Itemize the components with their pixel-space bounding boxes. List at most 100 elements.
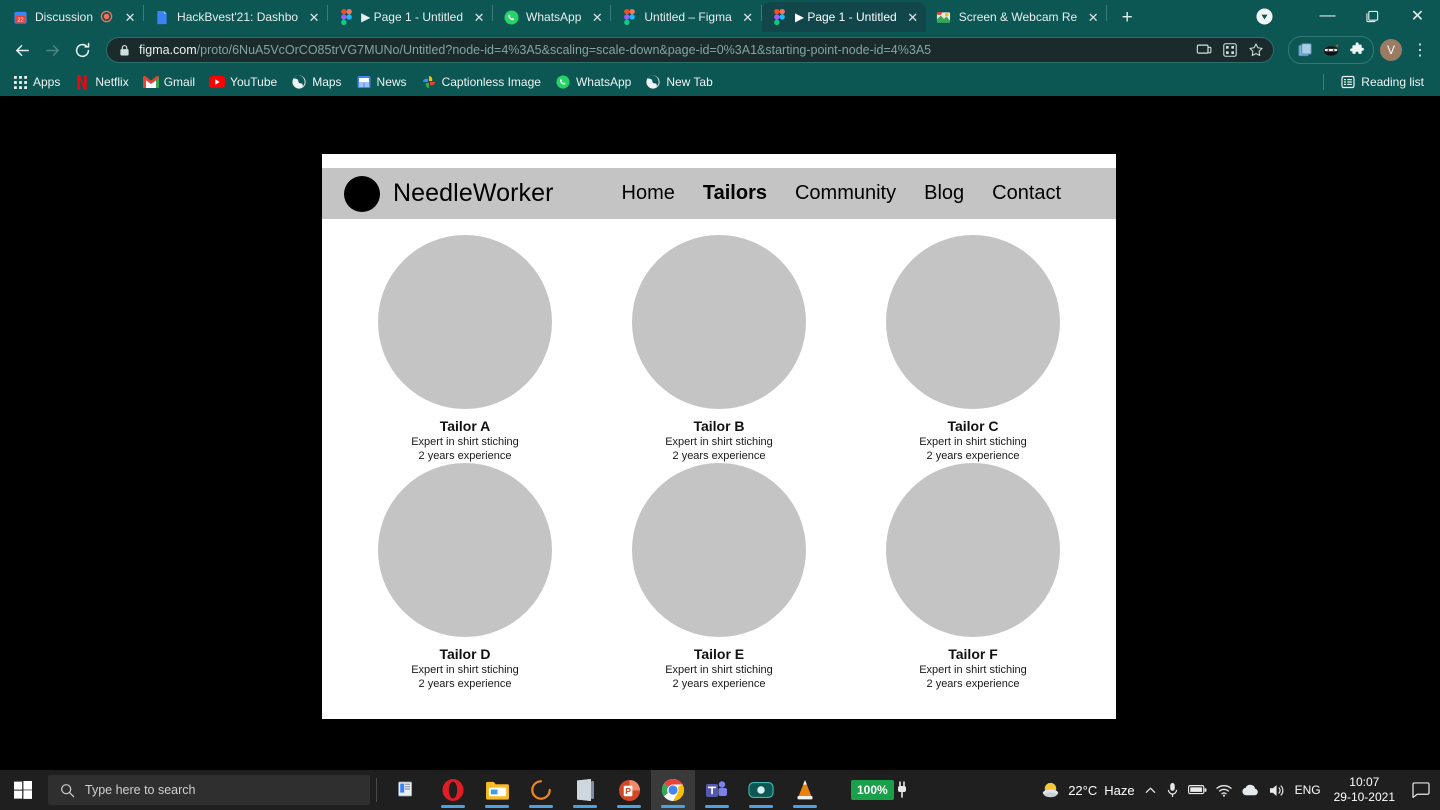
- bookmark-gmail[interactable]: Gmail: [137, 71, 201, 93]
- extensions-puzzle-icon[interactable]: [1345, 38, 1369, 62]
- maximize-button[interactable]: [1350, 0, 1395, 32]
- bookmark-captionless-image[interactable]: Captionless Image: [415, 71, 547, 93]
- taskbar-app-vlc[interactable]: [783, 770, 827, 810]
- wifi-icon[interactable]: [1215, 784, 1232, 797]
- volume-icon[interactable]: [1269, 783, 1286, 798]
- browser-tab-discussion[interactable]: 22 Discussion ✕: [2, 2, 143, 32]
- weather-widget[interactable]: 22°C Haze: [1040, 780, 1135, 801]
- tailor-card[interactable]: Tailor D Expert in shirt stiching 2 year…: [358, 462, 572, 691]
- show-hidden-icons-chevron-up-icon[interactable]: [1144, 784, 1157, 797]
- nav-link-community[interactable]: Community: [795, 182, 896, 205]
- reload-icon[interactable]: [68, 36, 96, 64]
- figma-icon: [621, 9, 637, 25]
- browser-tab-hackbvest[interactable]: HackBvest'21: Dashbo ✕: [144, 2, 327, 32]
- taskbar-app-powerpoint[interactable]: P: [607, 770, 651, 810]
- back-icon[interactable]: [8, 36, 36, 64]
- start-button[interactable]: [0, 770, 46, 810]
- language-indicator[interactable]: ENG: [1295, 783, 1321, 797]
- audio-playing-icon[interactable]: [100, 10, 114, 24]
- browser-tab-figma-page1-active[interactable]: ▶ Page 1 - Untitled ✕: [761, 2, 926, 32]
- nav-link-home[interactable]: Home: [622, 182, 675, 205]
- tailor-specialty: Expert in shirt stiching: [411, 436, 519, 448]
- taskbar-app-opera[interactable]: [431, 770, 475, 810]
- tab-title: ▶ Page 1 - Untitled: [794, 10, 897, 24]
- taskbar-app-webcam-recorder[interactable]: [739, 770, 783, 810]
- nav-link-blog[interactable]: Blog: [924, 182, 964, 205]
- profile-avatar[interactable]: V: [1380, 39, 1402, 61]
- clipboard-extension-icon[interactable]: [1293, 38, 1317, 62]
- clock-widget[interactable]: 10:07 29-10-2021: [1330, 775, 1399, 804]
- tab-close-icon[interactable]: ✕: [588, 8, 606, 26]
- minimize-button[interactable]: —: [1305, 0, 1350, 32]
- bookmark-youtube[interactable]: YouTube: [203, 71, 283, 93]
- battery-tray-icon[interactable]: [1187, 784, 1207, 796]
- address-bar[interactable]: figma.com/proto/6NuA5VcOrCO85trVG7MUNo/U…: [106, 37, 1274, 63]
- taskbar-app-file-explorer[interactable]: [475, 770, 519, 810]
- reading-list-button[interactable]: Reading list: [1334, 71, 1430, 93]
- power-plug-icon: [896, 781, 908, 799]
- tailor-name: Tailor B: [693, 418, 745, 434]
- close-window-button[interactable]: ✕: [1395, 0, 1440, 32]
- tailor-specialty: Expert in shirt stiching: [919, 436, 1027, 448]
- forward-icon[interactable]: [38, 36, 66, 64]
- browser-toolbar: figma.com/proto/6NuA5VcOrCO85trVG7MUNo/U…: [0, 32, 1440, 68]
- running-indicator: [441, 805, 465, 808]
- bookmark-netflix[interactable]: Netflix: [68, 71, 134, 93]
- browser-tab-untitled-figma[interactable]: Untitled – Figma ✕: [611, 2, 760, 32]
- taskbar-app-onenote[interactable]: [563, 770, 607, 810]
- chrome-menu-icon[interactable]: ⋮: [1408, 36, 1432, 64]
- browser-tab-figma-page1-a[interactable]: ▶ Page 1 - Untitled ✕: [328, 2, 492, 32]
- profile-badge-icon[interactable]: [1249, 1, 1279, 31]
- taskbar-app-chrome[interactable]: [651, 770, 695, 810]
- calendar-icon: 22: [12, 9, 28, 25]
- reading-list-label: Reading list: [1361, 75, 1424, 89]
- browser-tab-whatsapp[interactable]: WhatsApp ✕: [493, 2, 610, 32]
- nav-link-contact[interactable]: Contact: [992, 182, 1061, 205]
- onedrive-cloud-icon[interactable]: [1241, 784, 1260, 797]
- tab-close-icon[interactable]: ✕: [739, 8, 757, 26]
- taskbar-search-input[interactable]: Type here to search: [48, 775, 370, 805]
- cast-icon[interactable]: [1193, 39, 1215, 61]
- tailor-card[interactable]: Tailor F Expert in shirt stiching 2 year…: [866, 462, 1080, 691]
- browser-tab-screen-webcam-recorder[interactable]: Screen & Webcam Re ✕: [926, 2, 1107, 32]
- tab-title: Discussion: [35, 10, 94, 24]
- maps-icon: [291, 74, 307, 90]
- taskbar-app-loading[interactable]: [519, 770, 563, 810]
- divider: [376, 778, 377, 802]
- taskbar-app-microsoft-teams[interactable]: [695, 770, 739, 810]
- photos-icon: [421, 74, 437, 90]
- tab-close-icon[interactable]: ✕: [121, 8, 139, 26]
- tab-close-icon[interactable]: ✕: [305, 8, 323, 26]
- tailor-card[interactable]: Tailor E Expert in shirt stiching 2 year…: [612, 462, 826, 691]
- browser-window: 22 Discussion ✕ HackBvest'21: Dashbo ✕ ▶…: [0, 0, 1440, 770]
- tailor-card[interactable]: Tailor B Expert in shirt stiching 2 year…: [612, 235, 826, 463]
- tailor-avatar: [378, 462, 552, 637]
- bookmark-maps[interactable]: Maps: [285, 71, 347, 93]
- tab-close-icon[interactable]: ✕: [470, 8, 488, 26]
- tab-close-icon[interactable]: ✕: [904, 8, 922, 26]
- nav-link-tailors[interactable]: Tailors: [703, 182, 767, 205]
- bookmark-new-tab[interactable]: New Tab: [639, 71, 718, 93]
- weather-temperature: 22°C: [1068, 782, 1098, 798]
- notification-center-icon[interactable]: [1408, 770, 1434, 810]
- bookmark-whatsapp[interactable]: WhatsApp: [549, 71, 637, 93]
- tailor-card[interactable]: Tailor C Expert in shirt stiching 2 year…: [866, 235, 1080, 463]
- bookmark-label: Maps: [312, 75, 342, 89]
- bookmark-news[interactable]: News: [350, 71, 413, 93]
- battery-indicator[interactable]: 100%: [851, 780, 908, 800]
- new-tab-button[interactable]: +: [1113, 3, 1141, 31]
- bookmark-apps[interactable]: Apps: [6, 71, 66, 93]
- microphone-icon[interactable]: [1166, 782, 1179, 798]
- tailor-specialty: Expert in shirt stiching: [411, 663, 519, 676]
- qr-code-icon[interactable]: [1219, 39, 1241, 61]
- running-indicator: [617, 805, 641, 808]
- tailors-grid: Tailor A Expert in shirt stiching 2 year…: [322, 219, 1116, 719]
- tailor-card[interactable]: Tailor A Expert in shirt stiching 2 year…: [358, 235, 572, 463]
- site-brand[interactable]: NeedleWorker: [344, 175, 554, 212]
- tab-close-icon[interactable]: ✕: [1084, 8, 1102, 26]
- bookmark-star-icon[interactable]: [1245, 39, 1267, 61]
- tailor-experience: 2 years experience: [418, 677, 512, 690]
- ninja-extension-icon[interactable]: [1319, 38, 1343, 62]
- taskbar-app-task-view[interactable]: [387, 770, 431, 810]
- screen-recorder-icon: [936, 9, 952, 25]
